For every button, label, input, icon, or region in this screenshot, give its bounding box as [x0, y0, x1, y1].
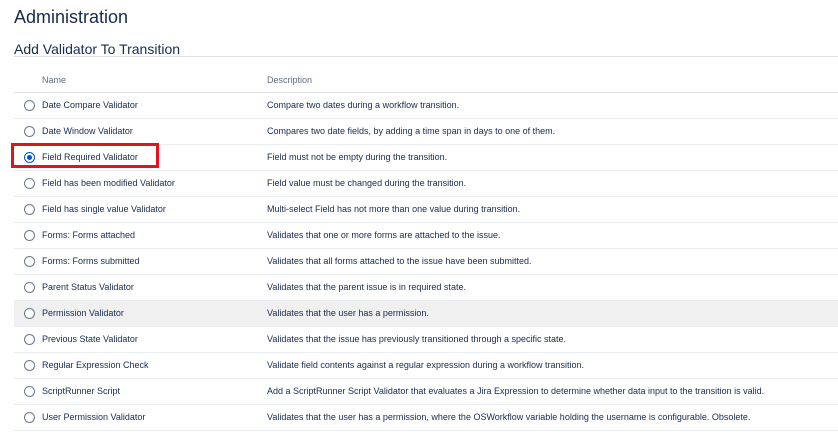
radio-button[interactable]: [24, 308, 35, 319]
table-row[interactable]: Forms: Forms attached Validates that one…: [14, 223, 838, 249]
radio-button[interactable]: [24, 256, 35, 267]
column-header-description: Description: [267, 75, 313, 85]
radio-button[interactable]: [24, 178, 35, 189]
validator-name: Field Required Validator: [42, 152, 138, 162]
table-header: Name Description: [14, 68, 838, 93]
validator-description: Validates that one or more forms are att…: [267, 230, 501, 240]
validator-name: Date Window Validator: [42, 126, 133, 136]
validator-description: Compares two date fields, by adding a ti…: [267, 126, 556, 136]
validator-name: Field has single value Validator: [42, 204, 166, 214]
table-row[interactable]: Previous State Validator Validates that …: [14, 327, 838, 353]
table-row[interactable]: Permission Validator Validates that the …: [14, 301, 838, 327]
validator-name: Forms: Forms submitted: [42, 256, 140, 266]
validator-description: Field must not be empty during the trans…: [267, 152, 448, 162]
validator-description: Compare two dates during a workflow tran…: [267, 100, 460, 110]
validator-name: Previous State Validator: [42, 334, 138, 344]
radio-button[interactable]: [24, 412, 35, 423]
table-row[interactable]: Field has been modified Validator Field …: [14, 171, 838, 197]
table-row[interactable]: Date Compare Validator Compare two dates…: [14, 93, 838, 119]
validator-description: Validates that all forms attached to the…: [267, 256, 532, 266]
table-row[interactable]: User Permission Validator Validates that…: [14, 405, 838, 431]
validator-description: Field value must be changed during the t…: [267, 178, 467, 188]
radio-button[interactable]: [24, 386, 35, 397]
validator-name: Permission Validator: [42, 308, 124, 318]
radio-button[interactable]: [24, 360, 35, 371]
page-title: Administration: [14, 7, 129, 27]
validator-description: Validates that the parent issue is in re…: [267, 282, 466, 292]
validator-name: Date Compare Validator: [42, 100, 138, 110]
validator-name: User Permission Validator: [42, 412, 146, 422]
column-header-name: Name: [42, 75, 67, 85]
radio-button[interactable]: [24, 230, 35, 241]
radio-button[interactable]: [24, 204, 35, 215]
table-row[interactable]: Forms: Forms submitted Validates that al…: [14, 249, 838, 275]
radio-button-selected[interactable]: [24, 152, 35, 163]
validator-name: Forms: Forms attached: [42, 230, 136, 240]
table-row[interactable]: Date Window Validator Compares two date …: [14, 119, 838, 145]
validator-description: Validates that the user has a permission…: [267, 412, 751, 422]
validator-name: Field has been modified Validator: [42, 178, 175, 188]
validator-description: Validates that the user has a permission…: [267, 308, 429, 318]
table-row[interactable]: Regular Expression Check Validate field …: [14, 353, 838, 379]
table-row[interactable]: Field Required Validator Field must not …: [14, 145, 838, 171]
table-row[interactable]: ScriptRunner Script Add a ScriptRunner S…: [14, 379, 838, 405]
validator-description: Add a ScriptRunner Script Validator that…: [267, 386, 765, 396]
radio-button[interactable]: [24, 282, 35, 293]
table-row[interactable]: Parent Status Validator Validates that t…: [14, 275, 838, 301]
validator-description: Multi-select Field has not more than one…: [267, 204, 521, 214]
section-divider: [14, 56, 838, 57]
validator-description: Validates that the issue has previously …: [267, 334, 567, 344]
validator-name: Parent Status Validator: [42, 282, 134, 292]
validator-name: ScriptRunner Script: [42, 386, 121, 396]
radio-button[interactable]: [24, 334, 35, 345]
radio-button[interactable]: [24, 126, 35, 137]
validator-description: Validate field contents against a regula…: [267, 360, 585, 370]
validator-table: Name Description Date Compare Validator …: [14, 68, 838, 431]
validator-name: Regular Expression Check: [42, 360, 149, 370]
radio-button[interactable]: [24, 100, 35, 111]
table-row[interactable]: Field has single value Validator Multi-s…: [14, 197, 838, 223]
